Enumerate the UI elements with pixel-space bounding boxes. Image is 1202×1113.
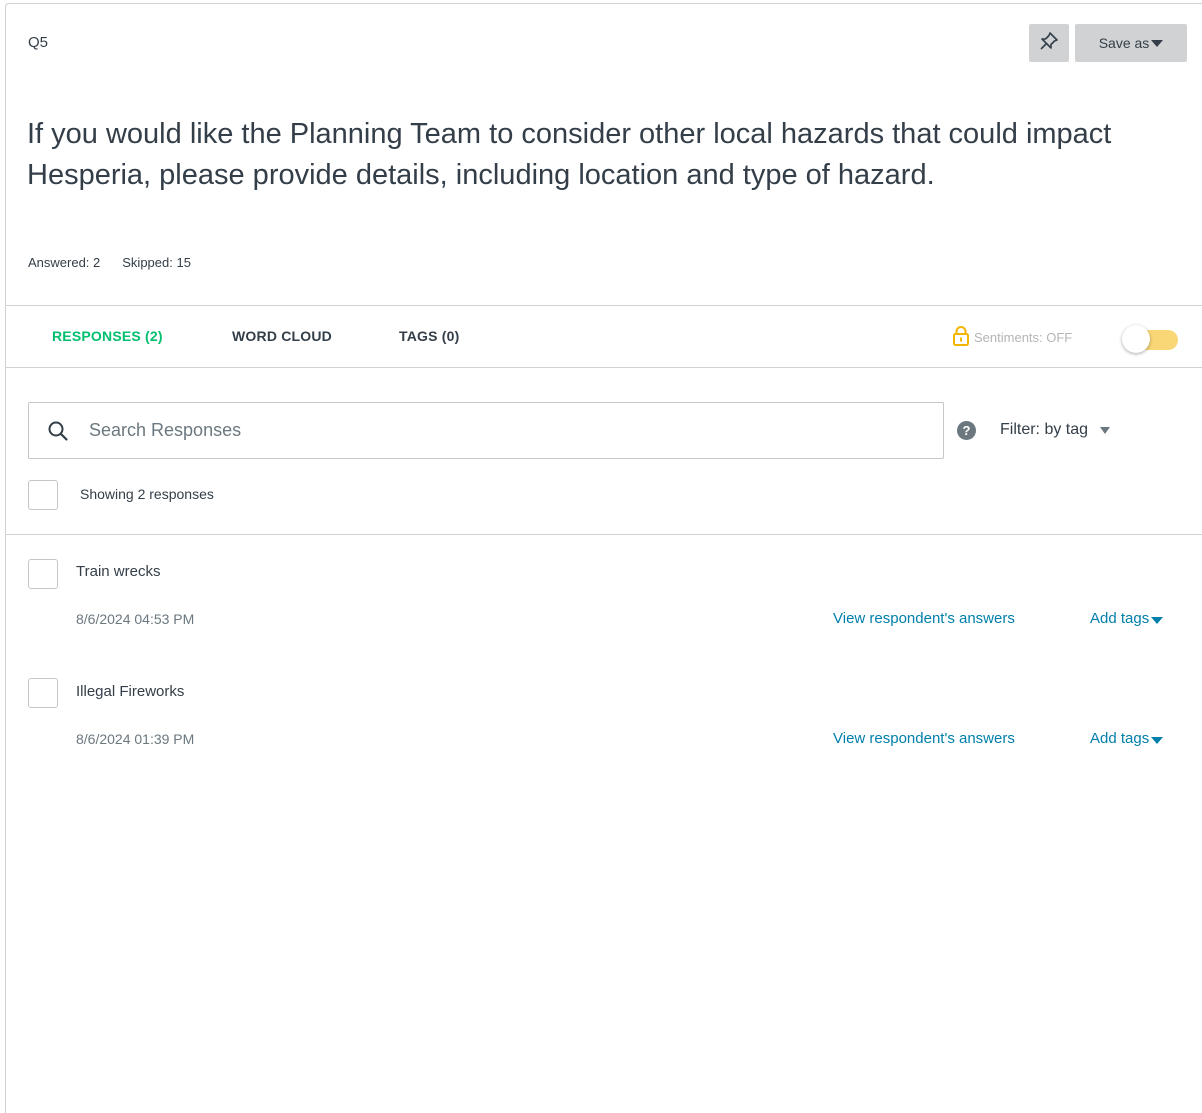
response-text: Train wrecks	[76, 563, 161, 580]
response-checkbox[interactable]	[28, 678, 58, 708]
view-respondent-label: View respondent's answers	[833, 730, 1015, 747]
question-number: Q5	[28, 34, 49, 51]
question-title: If you would like the Planning Team to c…	[27, 118, 1112, 191]
pin-button[interactable]	[1029, 24, 1069, 62]
toggle-knob	[1122, 325, 1150, 353]
sentiments-indicator: Sentiments: OFF	[952, 326, 1072, 349]
tab-tags[interactable]: TAGS (0)	[399, 328, 459, 344]
answered-count: Answered: 2	[28, 255, 101, 270]
tab-word-cloud[interactable]: WORD CLOUD	[232, 328, 332, 344]
chevron-down-icon	[1151, 39, 1164, 47]
save-as-button[interactable]: Save as	[1075, 24, 1187, 62]
response-date: 8/6/2024 01:39 PM	[76, 731, 195, 747]
header-divider	[5, 305, 1202, 306]
response-checkbox[interactable]	[28, 559, 58, 589]
view-respondent-label: View respondent's answers	[833, 610, 1015, 627]
save-as-label: Save as	[1098, 35, 1150, 51]
skipped-count: Skipped: 15	[122, 255, 191, 270]
select-all-checkbox[interactable]	[28, 480, 58, 510]
response-text: Illegal Fireworks	[76, 683, 185, 700]
search-input[interactable]	[87, 419, 891, 442]
add-tags-link[interactable]: Add tags	[1090, 610, 1164, 627]
sentiments-label: Sentiments: OFF	[974, 330, 1073, 345]
sentiments-toggle[interactable]	[1122, 324, 1178, 354]
lock-icon	[952, 326, 970, 349]
search-icon	[47, 420, 69, 442]
response-stats: Answered: 2 Skipped: 15	[28, 255, 191, 270]
help-icon[interactable]: ?	[957, 421, 976, 440]
view-respondent-link[interactable]: View respondent's answers	[833, 730, 1015, 747]
pin-icon	[1038, 30, 1060, 57]
tab-responses[interactable]: RESPONSES (2)	[52, 328, 163, 344]
response-date: 8/6/2024 04:53 PM	[76, 611, 195, 627]
add-tags-link[interactable]: Add tags	[1090, 730, 1164, 747]
add-tags-label: Add tags	[1090, 730, 1150, 747]
chevron-down-icon	[1100, 426, 1111, 434]
search-box	[28, 402, 944, 459]
chevron-down-icon	[1151, 736, 1164, 744]
list-divider	[5, 534, 1202, 535]
chevron-down-icon	[1151, 616, 1164, 624]
filter-label: Filter: by tag	[1000, 421, 1089, 438]
filter-dropdown[interactable]: Filter: by tag	[1000, 421, 1111, 439]
tabs-divider	[5, 367, 1202, 368]
showing-count: Showing 2 responses	[80, 486, 214, 502]
view-respondent-link[interactable]: View respondent's answers	[833, 610, 1015, 627]
question-summary-page: Q5 Save as If you would like the Plannin…	[0, 0, 1202, 1113]
add-tags-label: Add tags	[1090, 610, 1150, 627]
